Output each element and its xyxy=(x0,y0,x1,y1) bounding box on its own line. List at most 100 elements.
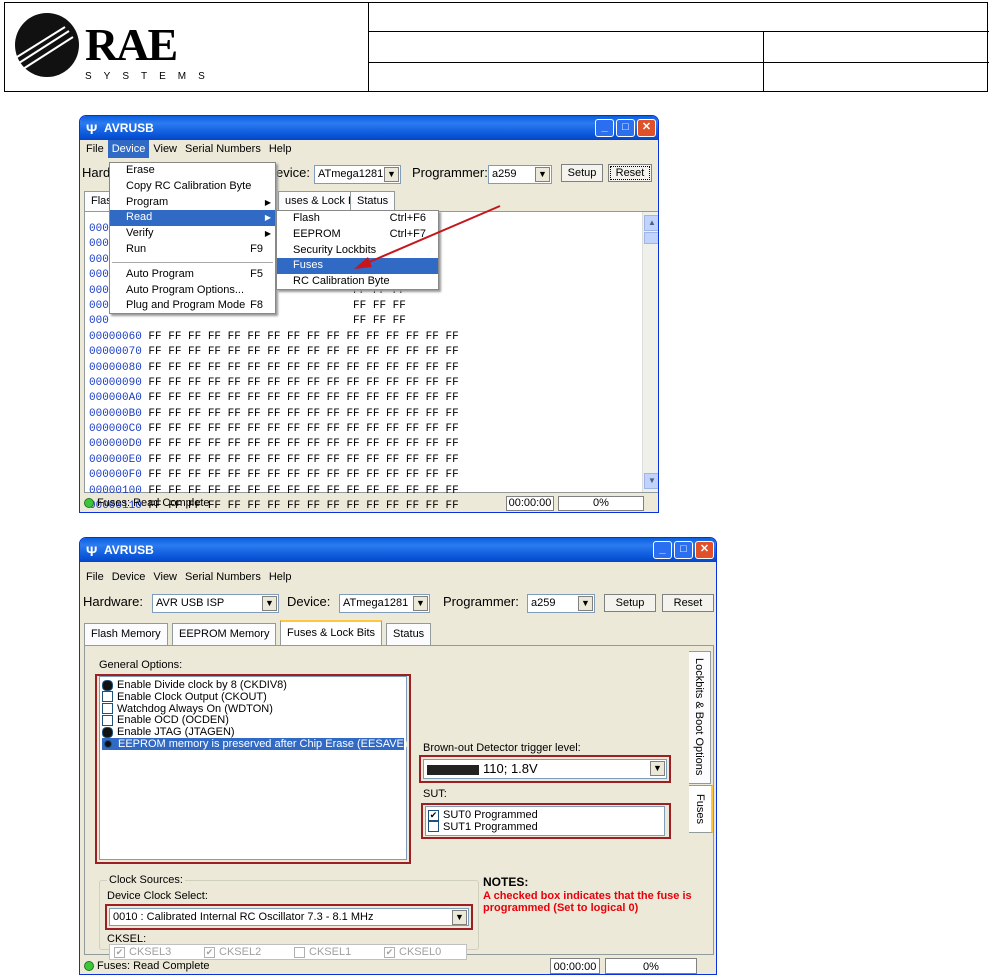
programmer-select[interactable]: a259 ▼ xyxy=(527,594,595,613)
status-led-icon xyxy=(84,498,94,509)
hex-row: 000000B0 FF FF FF FF FF FF FF FF FF FF F… xyxy=(89,407,459,420)
minimize-button[interactable]: _ xyxy=(653,541,672,559)
menu-device[interactable]: Device xyxy=(108,568,150,586)
menu-help[interactable]: Help xyxy=(265,140,296,158)
menu-bar: File Device View Serial Numbers Help xyxy=(80,568,716,586)
hardware-label: Hard xyxy=(82,165,111,180)
status-led-icon xyxy=(84,961,94,972)
menu-bar: File Device View Serial Numbers Help xyxy=(80,140,658,158)
reset-button[interactable]: Reset xyxy=(608,164,652,182)
tab-fuses-lock-bits[interactable]: Fuses & Lock Bits xyxy=(280,620,383,645)
rae-logo-icon xyxy=(15,13,79,77)
device-menu-item[interactable]: Program ▶ xyxy=(110,195,275,211)
device-clock-label: Device Clock Select: xyxy=(107,890,208,902)
menu-help[interactable]: Help xyxy=(265,568,296,586)
notes-text: A checked box indicates that the fuse is… xyxy=(483,890,692,914)
hex-row: 000000F0 FF FF FF FF FF FF FF FF FF FF F… xyxy=(89,469,459,482)
maximize-button[interactable]: □ xyxy=(674,541,693,559)
hex-row: 000000A0 FF FF FF FF FF FF FF FF FF FF F… xyxy=(89,392,459,405)
device-menu-item[interactable]: Erase xyxy=(110,163,275,179)
avrusb-window-1: Ψ AVRUSB _ □ ✕ File Device View Serial Numb… xyxy=(79,115,659,513)
avrusb-window-2: Ψ AVRUSB _ □ ✕ File Device View Serial Numb… xyxy=(79,537,717,975)
status-text: Fuses: Read Complete xyxy=(97,960,210,972)
vertical-scrollbar[interactable]: ▲ ▼ xyxy=(642,212,658,492)
fuses-panel: General Options: Enable Divide clock by … xyxy=(84,645,714,960)
chevron-down-icon: ▼ xyxy=(262,596,277,611)
device-menu-item[interactable]: Plug and Program Mode F8 xyxy=(110,298,275,314)
device-menu-item[interactable]: Copy RC Calibration Byte xyxy=(110,179,275,195)
logo-subtitle: SYSTEMS xyxy=(85,71,217,82)
chevron-down-icon: ▼ xyxy=(578,596,593,611)
hex-row: 00000060 FF FF FF FF FF FF FF FF FF FF F… xyxy=(89,330,459,343)
close-button[interactable]: ✕ xyxy=(637,119,656,137)
tab-flash-memory[interactable]: Flash Memory xyxy=(84,623,168,645)
notes-title: NOTES: xyxy=(483,875,529,889)
device-menu-item[interactable]: Verify ▶ xyxy=(110,226,275,242)
setup-button[interactable]: Setup xyxy=(604,594,656,612)
tab-status[interactable]: Status xyxy=(386,623,432,645)
side-tab-lockbits[interactable]: Lockbits & Boot Options xyxy=(689,651,711,784)
app-icon: Ψ xyxy=(86,543,98,559)
hex-row: 00000070 FF FF FF FF FF FF FF FF FF FF F… xyxy=(89,346,459,359)
app-icon: Ψ xyxy=(86,121,98,137)
programmer-select[interactable]: a259 ▼ xyxy=(488,165,552,184)
submenu-arrow-icon: ▶ xyxy=(264,229,271,239)
close-button[interactable]: ✕ xyxy=(695,541,714,559)
status-text: Fuses: Read Complete xyxy=(97,497,210,509)
elapsed-time: 00:00:00 xyxy=(550,958,600,974)
setup-button[interactable]: Setup xyxy=(561,164,603,182)
bod-label: Brown-out Detector trigger level: xyxy=(423,742,581,754)
device-select[interactable]: ATmega1281 ▼ xyxy=(314,165,401,184)
elapsed-time: 00:00:00 xyxy=(506,496,554,511)
reset-button[interactable]: Reset xyxy=(662,594,714,612)
scroll-thumb[interactable] xyxy=(644,232,658,244)
submenu-arrow-icon: ▶ xyxy=(264,197,271,207)
device-label: Device: xyxy=(287,594,331,609)
highlight-box xyxy=(105,904,473,930)
logo-cell: RAE SYSTEMS xyxy=(5,3,369,91)
window-title: AVRUSB xyxy=(104,121,154,135)
minimize-button[interactable]: _ xyxy=(595,119,614,137)
device-label: evice: xyxy=(276,165,310,180)
document-header: RAE SYSTEMS xyxy=(4,2,989,92)
tab-eeprom-memory[interactable]: EEPROM Memory xyxy=(172,623,277,645)
hex-row: 000 FF FF FF xyxy=(89,315,406,328)
device-select[interactable]: ATmega1281 ▼ xyxy=(339,594,430,613)
highlight-box xyxy=(95,674,411,864)
scroll-up-icon[interactable]: ▲ xyxy=(644,215,658,231)
chevron-down-icon: ▼ xyxy=(384,167,399,182)
menu-device[interactable]: Device xyxy=(107,140,150,158)
hardware-label: Hardware: xyxy=(83,594,143,609)
device-menu: Erase Copy RC Calibration Byte Program ▶ Rea… xyxy=(109,162,276,314)
menu-serial-numbers[interactable]: Serial Numbers xyxy=(181,140,265,158)
menu-serial-numbers[interactable]: Serial Numbers xyxy=(181,568,265,586)
device-menu-item[interactable]: Auto Program F5 xyxy=(110,267,275,283)
programmer-label: Programmer: xyxy=(443,594,519,609)
submenu-arrow-icon: ▶ xyxy=(264,213,271,223)
sut-label: SUT: xyxy=(423,788,447,800)
menu-view[interactable]: View xyxy=(149,140,181,158)
menu-file[interactable]: File xyxy=(82,568,108,586)
scroll-down-icon[interactable]: ▼ xyxy=(644,473,658,489)
progress-percent: 0% xyxy=(605,958,697,974)
hex-row: 000000D0 FF FF FF FF FF FF FF FF FF FF F… xyxy=(89,438,459,451)
menu-file[interactable]: File xyxy=(82,140,108,158)
annotation-arrow-icon xyxy=(354,205,501,269)
device-menu-item[interactable]: Run F9 xyxy=(110,242,275,258)
read-menu-item[interactable]: RC Calibration Byte xyxy=(277,274,438,290)
side-tab-fuses[interactable]: Fuses xyxy=(689,785,713,833)
hex-row: 000000E0 FF FF FF FF FF FF FF FF FF FF F… xyxy=(89,453,459,466)
maximize-button[interactable]: □ xyxy=(616,119,635,137)
hex-row: 000000C0 FF FF FF FF FF FF FF FF FF FF F… xyxy=(89,423,459,436)
logo-text: RAE xyxy=(85,19,178,70)
progress-percent: 0% xyxy=(558,496,644,511)
device-menu-item[interactable]: Read ▶ xyxy=(110,210,275,227)
device-menu-item[interactable]: Auto Program Options... xyxy=(110,283,275,299)
hex-row: 00000080 FF FF FF FF FF FF FF FF FF FF F… xyxy=(89,361,459,374)
hardware-select[interactable]: AVR USB ISP ▼ xyxy=(152,594,279,613)
chevron-down-icon: ▼ xyxy=(413,596,428,611)
title-bar: Ψ AVRUSB _ □ ✕ xyxy=(80,538,716,562)
highlight-box xyxy=(421,803,671,839)
menu-view[interactable]: View xyxy=(149,568,181,586)
general-options-label: General Options: xyxy=(99,659,183,671)
